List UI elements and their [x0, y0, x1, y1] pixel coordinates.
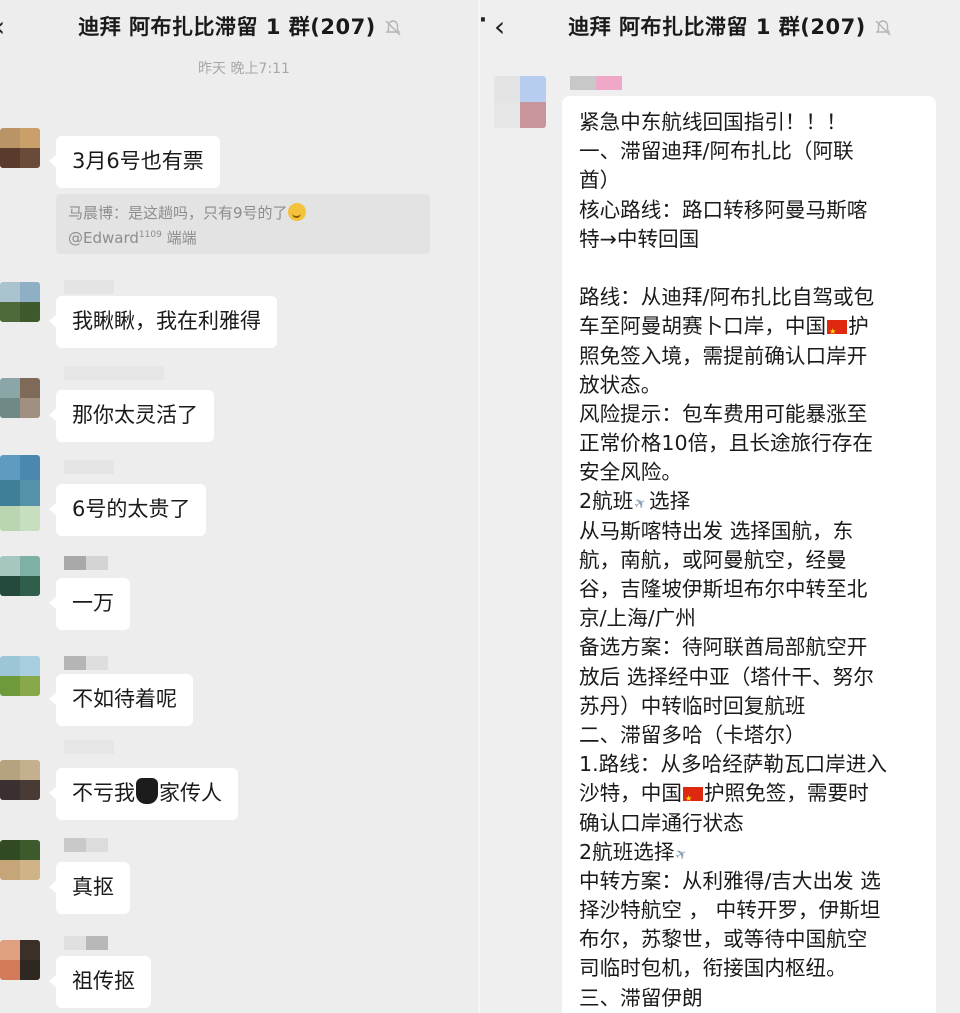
message-line: 三、滞留伊朗 — [579, 985, 703, 1010]
quoted-reply[interactable]: 马晨博：是这趟吗，只有9号的了 @Edward1109 端端 — [56, 194, 430, 254]
message-text: 我瞅瞅，我在利雅得 — [72, 309, 261, 333]
message-bubble[interactable]: 真抠 — [49, 862, 130, 914]
message-line: 2航班选择✈ — [579, 838, 922, 867]
blurred-nickname — [64, 936, 108, 950]
message-line: 一、滞留迪拜/阿布扎比（阿联 — [579, 139, 854, 164]
back-arrow-icon[interactable]: ‹ — [494, 10, 506, 43]
message-line: 安全风险。 — [579, 460, 682, 485]
message-bubble[interactable]: 3月6号也有票 — [49, 136, 220, 188]
line-text: 2航班 — [579, 489, 634, 514]
blurred-nickname — [570, 76, 622, 90]
avatar[interactable] — [494, 76, 546, 128]
avatar[interactable] — [0, 378, 40, 418]
redaction-blot — [136, 778, 158, 804]
message-line: 放后 选择经中亚（塔什干、努尔 — [579, 664, 874, 689]
message-line: 2航班✈选择 — [579, 487, 922, 516]
more-options-icon[interactable]: ··· — [480, 8, 488, 33]
message-line: 航，南航，或阿曼航空，经曼 — [579, 547, 847, 572]
message-line: 车至阿曼胡赛卜口岸，中国护 — [579, 312, 922, 347]
message-line: 中转方案：从利雅得/吉大出发 选 — [579, 868, 881, 893]
mention-text: @Edward — [68, 229, 139, 247]
blurred-nickname — [64, 366, 164, 380]
line-text: 2航班选择 — [579, 839, 675, 864]
message-line: 司临时包机，衔接国内枢纽。 — [579, 956, 847, 981]
message-line: 京/上海/广州 — [579, 606, 696, 631]
blurred-nickname — [64, 656, 108, 670]
mention-superscript: 1109 — [138, 230, 162, 240]
message-line: 紧急中东航线回国指引！！！ — [579, 110, 847, 134]
message-text-after: 家传人 — [159, 781, 222, 805]
message-line: 正常价格10倍，且长途旅行存在 — [579, 431, 873, 456]
line-tail: 选择 — [649, 489, 691, 514]
blurred-nickname — [64, 460, 114, 474]
message-text: 一万 — [72, 591, 114, 615]
message-line: 照免签入境，需提前确认口岸开 — [579, 343, 868, 368]
guide-message-bubble[interactable]: 紧急中东航线回国指引！！！ 一、滞留迪拜/阿布扎比（阿联 酋） 核心路线：路口转… — [562, 96, 936, 1013]
message-line: 择沙特航空 ， 中转开罗，伊斯坦 — [579, 898, 881, 923]
line-text: 车至阿曼胡赛卜口岸，中国 — [579, 314, 827, 339]
message-line: 核心路线：路口转移阿曼马斯喀 — [579, 197, 868, 222]
message-line: 酋） — [579, 168, 621, 193]
message-line: 1.路线：从多哈经萨勒瓦口岸进入 — [579, 752, 887, 777]
china-flag-icon — [827, 317, 848, 347]
quote-line: 马晨博：是这趟吗，只有9号的了 — [68, 202, 418, 224]
blurred-nickname — [64, 556, 108, 570]
avatar[interactable] — [0, 760, 40, 800]
message-bubble[interactable]: 那你太灵活了 — [49, 390, 214, 442]
message-text-before: 不亏我 — [72, 781, 135, 805]
message-text: 祖传抠 — [72, 969, 135, 993]
message-line: 谷，吉隆坡伊斯坦布尔中转至北 — [579, 577, 868, 601]
message-bubble[interactable]: 祖传抠 — [49, 956, 151, 1008]
quote-suffix: 端端 — [161, 229, 197, 247]
message-line: 苏丹）中转临时回复航班 — [579, 693, 806, 718]
mute-bell-icon — [385, 20, 401, 36]
message-bubble[interactable]: 不亏我 家传人 — [49, 768, 238, 820]
avatar[interactable] — [0, 556, 40, 596]
left-chat-panel: ‹ 迪拜 阿布扎比滞留 1 群(207) 昨天 晚上7:11 3月6号也有票 马… — [0, 0, 480, 1013]
message-text: 真抠 — [72, 875, 114, 899]
chat-title: 迪拜 阿布扎比滞留 1 群(207) — [568, 15, 866, 39]
avatar[interactable] — [0, 656, 40, 696]
message-timestamp: 昨天 晚上7:11 — [198, 61, 290, 77]
message-bubble[interactable]: 我瞅瞅，我在利雅得 — [49, 296, 277, 348]
message-line: 风险提示：包车费用可能暴涨至 — [579, 401, 868, 426]
message-bubble[interactable]: 6号的太贵了 — [48, 484, 207, 536]
message-text: 不如待着呢 — [72, 687, 177, 711]
message-line: 特→中转回国 — [579, 226, 700, 251]
blurred-nickname — [64, 280, 114, 294]
message-line: 确认口岸通行状态 — [579, 810, 744, 835]
mute-bell-icon — [875, 20, 891, 36]
message-line: 布尔，苏黎世，或等待中国航空 — [579, 927, 868, 952]
avatar[interactable] — [0, 282, 40, 322]
avatar[interactable] — [0, 840, 40, 880]
quote-text: 马晨博：是这趟吗，只有9号的了 — [68, 204, 288, 222]
back-arrow-icon[interactable]: ‹ — [0, 10, 6, 43]
message-text: 6号的太贵了 — [72, 497, 191, 521]
message-line: 沙特，中国护照免签，需要时 — [579, 779, 922, 814]
message-bubble[interactable]: 不如待着呢 — [49, 674, 193, 726]
message-text: 那你太灵活了 — [72, 403, 198, 427]
avatar[interactable] — [0, 455, 40, 531]
avatar[interactable] — [0, 940, 40, 980]
blurred-nickname — [64, 838, 108, 852]
chat-header: ··· ‹ 迪拜 阿布扎比滞留 1 群(207) — [480, 0, 960, 52]
line-tail: 护 — [848, 314, 869, 339]
china-flag-icon — [682, 784, 703, 814]
line-tail: 护照免签，需要时 — [703, 781, 869, 806]
laughing-emoji-icon — [287, 203, 306, 221]
line-text: 沙特，中国 — [579, 781, 682, 806]
message-text: 3月6号也有票 — [72, 149, 204, 173]
message-line: 放状态。 — [579, 372, 662, 397]
message-line: 二、滞留多哈（卡塔尔） — [579, 722, 806, 747]
message-bubble[interactable]: 一万 — [49, 578, 130, 630]
chat-title: 迪拜 阿布扎比滞留 1 群(207) — [78, 15, 376, 39]
message-line: 从马斯喀特出发 选择国航，东 — [579, 518, 854, 543]
quote-line: @Edward1109 端端 — [68, 224, 418, 249]
avatar[interactable] — [0, 128, 40, 168]
chat-header: ‹ 迪拜 阿布扎比滞留 1 群(207) — [0, 0, 480, 52]
message-line: 路线：从迪拜/阿布扎比自驾或包 — [579, 285, 875, 310]
message-line: 备选方案：待阿联酋局部航空开 — [579, 635, 868, 660]
blurred-nickname — [64, 740, 114, 754]
